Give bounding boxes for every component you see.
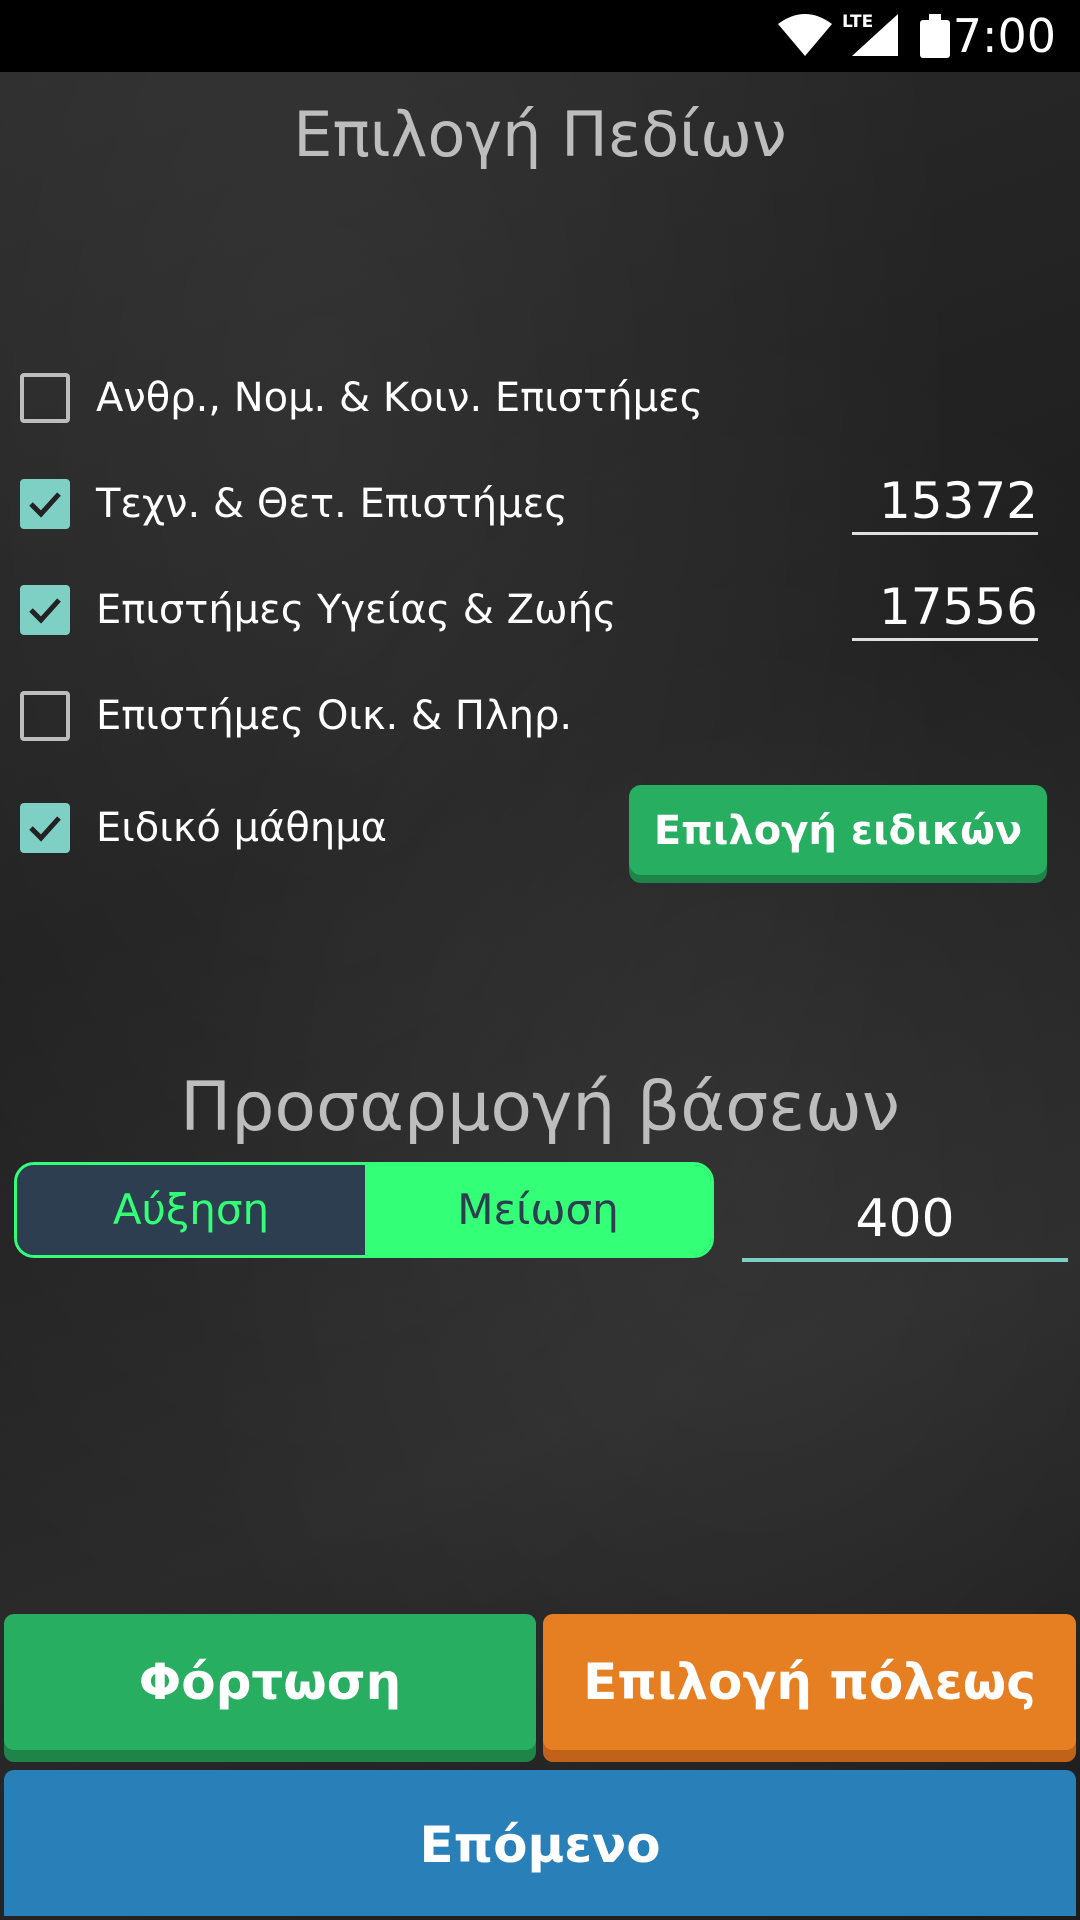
increase-option[interactable]: Αύξηση bbox=[17, 1165, 365, 1255]
select-city-button[interactable]: Επιλογή πόλεως bbox=[543, 1614, 1076, 1750]
status-time: 7:00 bbox=[952, 9, 1056, 63]
adjust-title: Προσαρμογή βάσεων bbox=[180, 1068, 900, 1147]
field-label: Επιστήμες Οικ. & Πληρ. bbox=[96, 693, 573, 739]
battery-icon bbox=[920, 14, 950, 58]
status-bar: LTE 7:00 bbox=[0, 0, 1080, 72]
check-icon bbox=[29, 598, 61, 624]
checkbox-special[interactable] bbox=[20, 803, 70, 853]
health-score-input[interactable]: 17556 bbox=[852, 576, 1038, 641]
field-label: Ανθρ., Νομ. & Κοιν. Επιστήμες bbox=[96, 375, 704, 421]
decrease-option[interactable]: Μείωση bbox=[365, 1165, 711, 1255]
checkbox-health[interactable] bbox=[20, 585, 70, 635]
field-row-humanities[interactable]: Ανθρ., Νομ. & Κοιν. Επιστήμες bbox=[20, 366, 1060, 426]
adjust-toggle[interactable]: Αύξηση Μείωση bbox=[14, 1162, 714, 1258]
wifi-icon bbox=[778, 14, 832, 56]
signal-icon bbox=[852, 14, 898, 56]
field-row-tech[interactable]: Τεχν. & Θετ. Επιστήμες bbox=[20, 472, 620, 532]
field-row-health[interactable]: Επιστήμες Υγείας & Ζωής bbox=[20, 578, 620, 638]
checkbox-tech[interactable] bbox=[20, 479, 70, 529]
field-row-special[interactable]: Ειδικό μάθημα bbox=[20, 796, 520, 856]
page-title: Επιλογή Πεδίων bbox=[293, 98, 787, 171]
field-label: Ειδικό μάθημα bbox=[96, 805, 388, 851]
field-label: Τεχν. & Θετ. Επιστήμες bbox=[96, 481, 568, 527]
checkbox-humanities[interactable] bbox=[20, 373, 70, 423]
select-special-button[interactable]: Επιλογή ειδικών bbox=[629, 785, 1047, 875]
adjust-value-input[interactable]: 400 bbox=[742, 1180, 1068, 1262]
load-button[interactable]: Φόρτωση bbox=[4, 1614, 536, 1750]
checkbox-economics[interactable] bbox=[20, 691, 70, 741]
check-icon bbox=[29, 816, 61, 842]
check-icon bbox=[29, 492, 61, 518]
next-button[interactable]: Επόμενο bbox=[4, 1770, 1076, 1916]
field-row-economics[interactable]: Επιστήμες Οικ. & Πληρ. bbox=[20, 684, 1060, 744]
tech-score-input[interactable]: 15372 bbox=[852, 470, 1038, 535]
field-label: Επιστήμες Υγείας & Ζωής bbox=[96, 587, 617, 633]
